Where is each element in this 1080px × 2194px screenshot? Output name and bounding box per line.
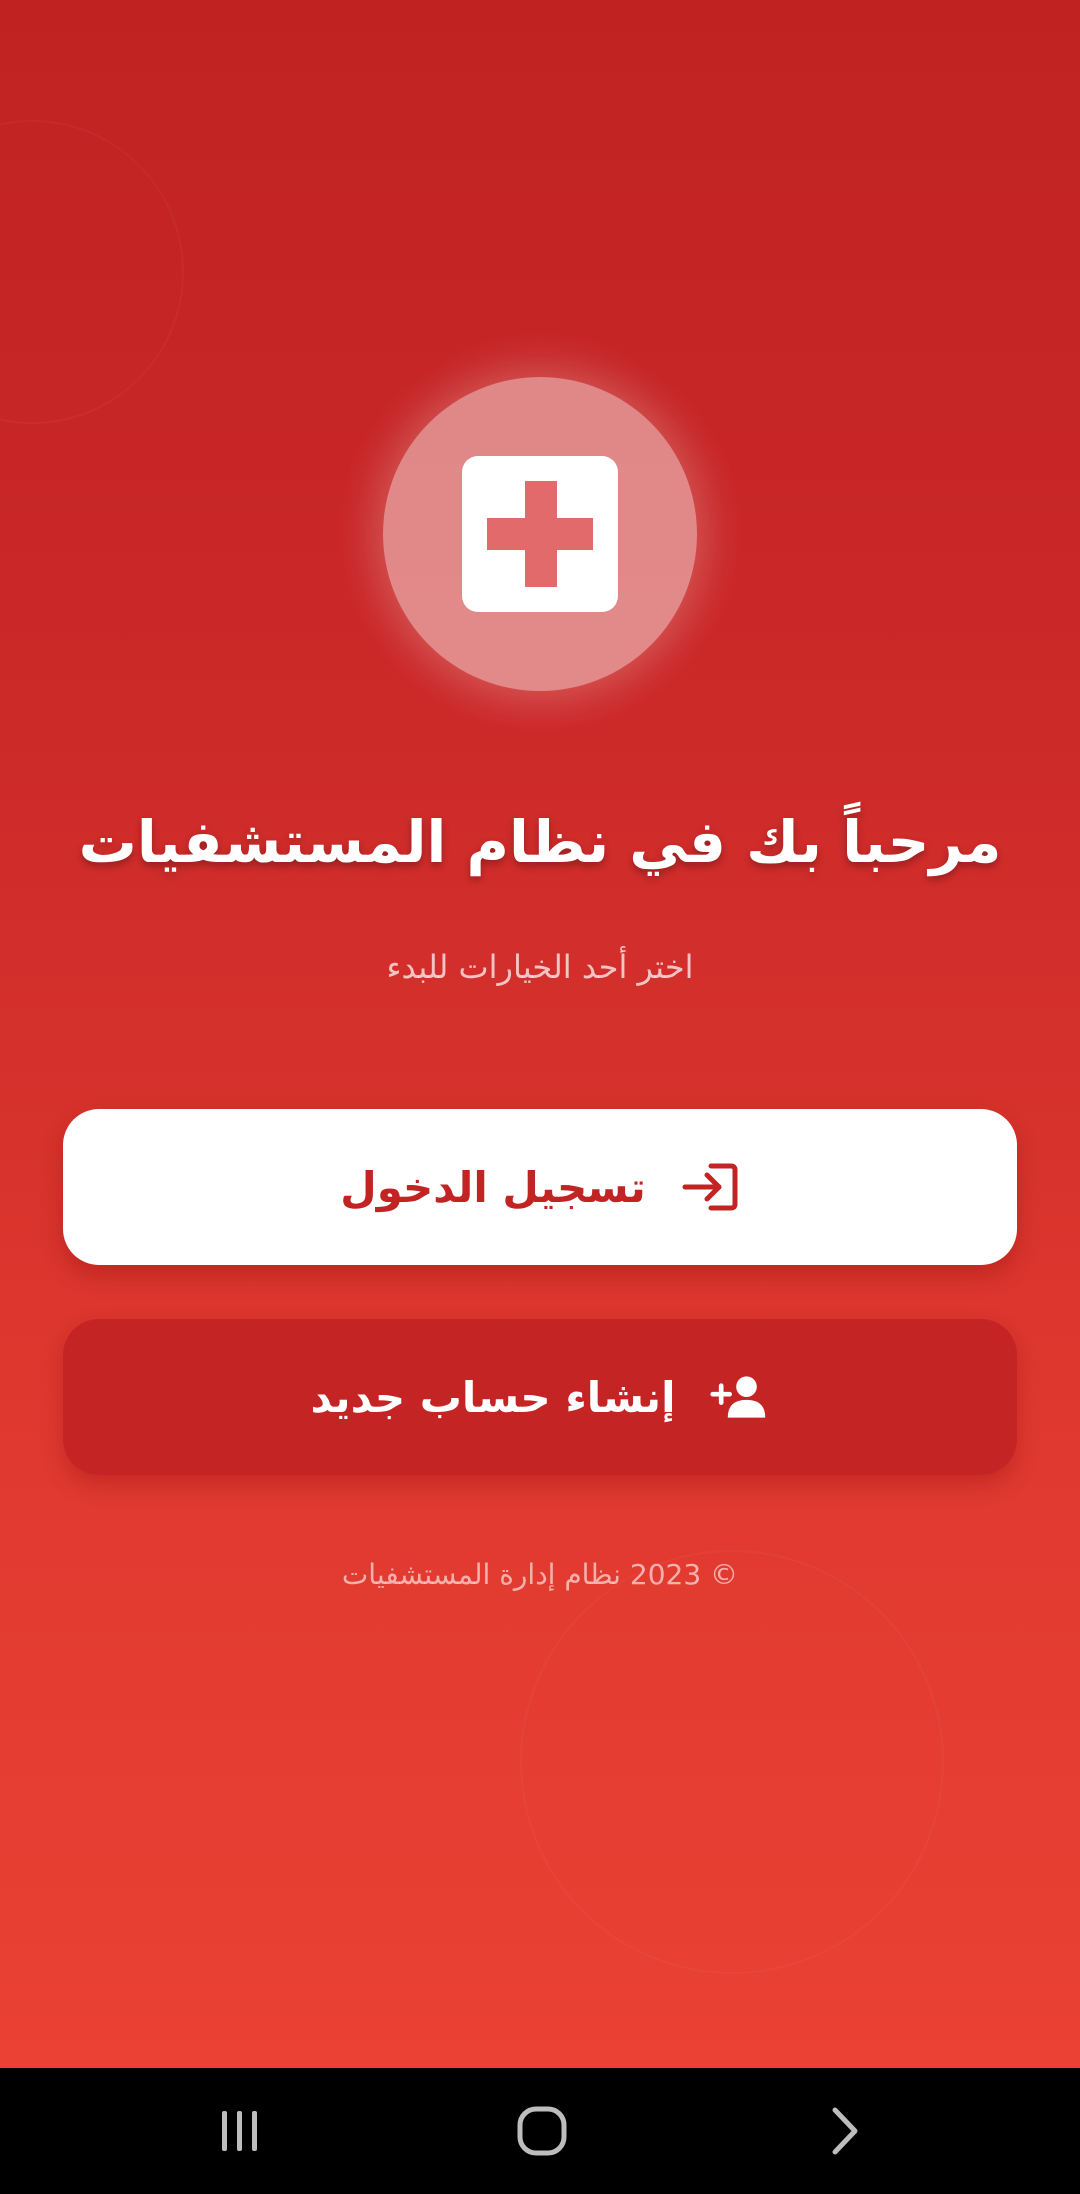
register-button-label: إنشاء حساب جديد (310, 1372, 676, 1422)
login-button[interactable]: تسجيل الدخول (63, 1109, 1017, 1265)
back-icon[interactable] (785, 2096, 905, 2166)
welcome-subtitle: اختر أحد الخيارات للبدء (386, 948, 694, 986)
login-arrow-icon (680, 1157, 740, 1217)
welcome-screen: مرحباً بك في نظام المستشفيات اختر أحد ال… (0, 0, 1080, 2068)
background-decoration (0, 120, 184, 424)
welcome-title: مرحباً بك في نظام المستشفيات (78, 808, 1002, 876)
register-button[interactable]: إنشاء حساب جديد (63, 1319, 1017, 1475)
add-user-icon (709, 1367, 769, 1427)
home-icon[interactable] (482, 2096, 602, 2166)
recents-icon[interactable] (180, 2096, 300, 2166)
background-decoration (520, 1550, 944, 1974)
medical-cross-icon (462, 456, 618, 612)
screen: مرحباً بك في نظام المستشفيات اختر أحد ال… (0, 0, 1080, 2194)
login-button-label: تسجيل الدخول (340, 1162, 646, 1212)
app-logo (383, 377, 697, 691)
copyright-text: © 2023 نظام إدارة المستشفيات (341, 1558, 739, 1591)
system-navigation-bar (0, 2068, 1080, 2194)
